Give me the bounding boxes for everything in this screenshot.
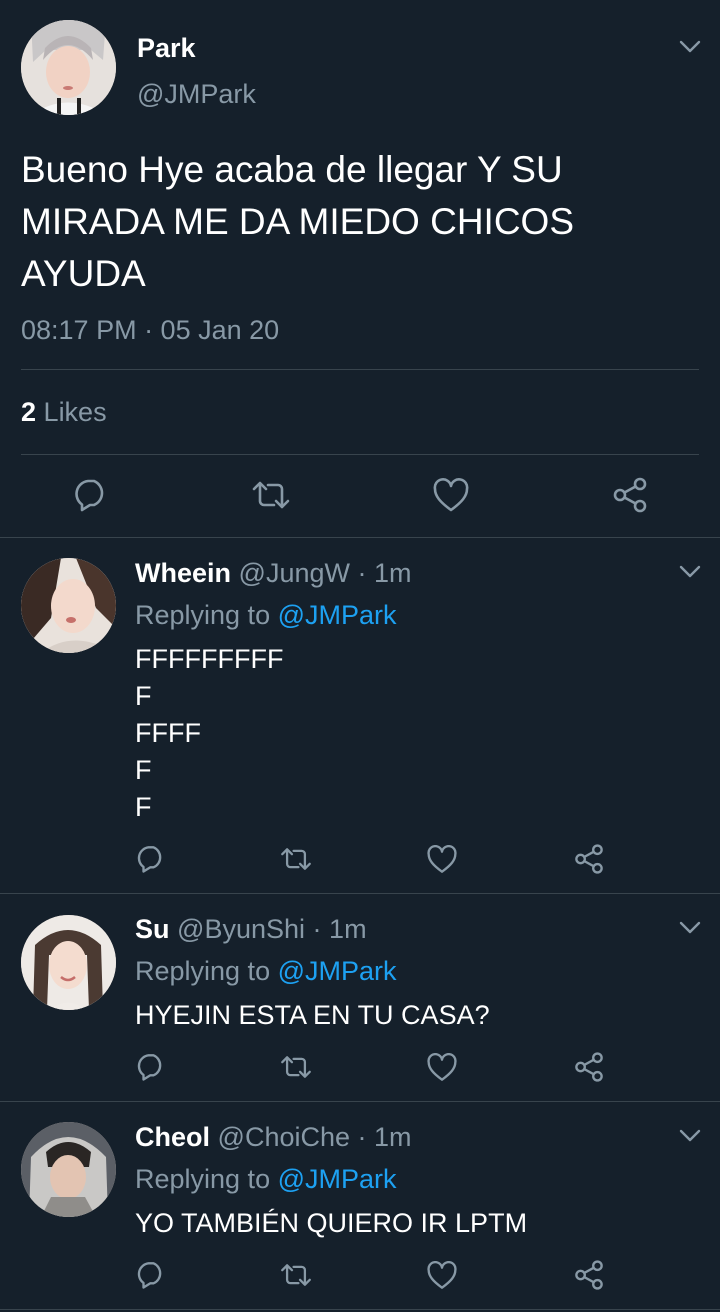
separator-dot: ·	[357, 558, 367, 588]
author-handle[interactable]: @JMPark	[137, 79, 256, 110]
replying-to-handle[interactable]: @JMPark	[278, 600, 397, 630]
replying-to: Replying to @JMPark	[135, 956, 397, 987]
avatar[interactable]	[21, 20, 116, 115]
reply-text: FFFFFFFFF F FFFF F F	[135, 641, 283, 826]
chevron-down-icon[interactable]	[679, 921, 701, 935]
reply-icon[interactable]	[72, 477, 110, 513]
divider	[21, 369, 699, 370]
replying-to-handle[interactable]: @JMPark	[278, 1164, 397, 1194]
separator-dot: ·	[357, 1122, 367, 1152]
tweet-text-line: AYUDA	[21, 253, 146, 294]
reply-time: 1m	[374, 1122, 412, 1152]
reply-text-line: HYEJIN ESTA EN TU CASA?	[135, 1000, 490, 1030]
reply-text: HYEJIN ESTA EN TU CASA?	[135, 997, 490, 1034]
retweet-icon[interactable]	[250, 477, 292, 513]
tweet-text-line: Bueno Hye acaba de llegar Y SU	[21, 149, 563, 190]
share-icon[interactable]	[573, 1259, 605, 1291]
share-icon[interactable]	[611, 476, 649, 514]
reply-author-handle[interactable]: @ChoiChe	[218, 1122, 350, 1152]
reply-text-line: F	[135, 755, 152, 785]
share-icon[interactable]	[573, 1051, 605, 1083]
reply-text-line: F	[135, 681, 152, 711]
avatar[interactable]	[21, 1122, 116, 1217]
reply-author-handle[interactable]: @ByunShi	[177, 914, 305, 944]
avatar[interactable]	[21, 558, 116, 653]
reply-author-name[interactable]: Cheol	[135, 1122, 210, 1152]
chevron-down-icon[interactable]	[679, 40, 701, 54]
likes-count: 2	[21, 397, 37, 427]
like-icon[interactable]	[426, 1053, 458, 1083]
like-icon[interactable]	[426, 1261, 458, 1291]
like-icon[interactable]	[426, 845, 458, 875]
divider	[0, 537, 720, 538]
separator-dot: ·	[312, 914, 322, 944]
likes-label: Likes	[43, 397, 107, 427]
reply-header: Wheein @JungW · 1m	[135, 558, 412, 589]
divider	[0, 893, 720, 894]
reply-text-line: FFFF	[135, 718, 201, 748]
reply-author-name[interactable]: Wheein	[135, 558, 231, 588]
reply-icon[interactable]	[135, 1052, 167, 1082]
reply-text: YO TAMBIÉN QUIERO IR LPTM	[135, 1205, 527, 1242]
reply-header: Cheol @ChoiChe · 1m	[135, 1122, 412, 1153]
like-icon[interactable]	[432, 478, 470, 514]
reply-header: Su @ByunShi · 1m	[135, 914, 367, 945]
replying-to-label: Replying to	[135, 956, 271, 986]
tweet-timestamp: 08:17 PM · 05 Jan 20	[21, 315, 280, 345]
reply-icon[interactable]	[135, 1260, 167, 1290]
avatar[interactable]	[21, 915, 116, 1010]
divider	[0, 1309, 720, 1310]
share-icon[interactable]	[573, 843, 605, 875]
chevron-down-icon[interactable]	[679, 1129, 701, 1143]
reply-time: 1m	[329, 914, 367, 944]
retweet-icon[interactable]	[279, 1260, 313, 1290]
replying-to-label: Replying to	[135, 1164, 271, 1194]
likes-stat[interactable]: 2 Likes	[21, 397, 107, 428]
retweet-icon[interactable]	[279, 844, 313, 874]
reply-author-name[interactable]: Su	[135, 914, 170, 944]
reply-time: 1m	[374, 558, 412, 588]
replying-to-handle[interactable]: @JMPark	[278, 956, 397, 986]
reply-text-line: YO TAMBIÉN QUIERO IR LPTM	[135, 1208, 528, 1238]
tweet-text-line: MIRADA ME DA MIEDO CHICOS	[21, 201, 575, 242]
reply-text-line: FFFFFFFFF	[135, 644, 284, 674]
replying-to-label: Replying to	[135, 600, 271, 630]
tweet-text: Bueno Hye acaba de llegar Y SU MIRADA ME…	[21, 144, 574, 300]
divider	[0, 1101, 720, 1102]
divider	[21, 454, 699, 455]
replying-to: Replying to @JMPark	[135, 600, 397, 631]
reply-text-line: F	[135, 792, 152, 822]
reply-author-handle[interactable]: @JungW	[239, 558, 350, 588]
author-name[interactable]: Park	[137, 33, 196, 64]
chevron-down-icon[interactable]	[679, 565, 701, 579]
retweet-icon[interactable]	[279, 1052, 313, 1082]
reply-icon[interactable]	[135, 844, 167, 874]
replying-to: Replying to @JMPark	[135, 1164, 397, 1195]
